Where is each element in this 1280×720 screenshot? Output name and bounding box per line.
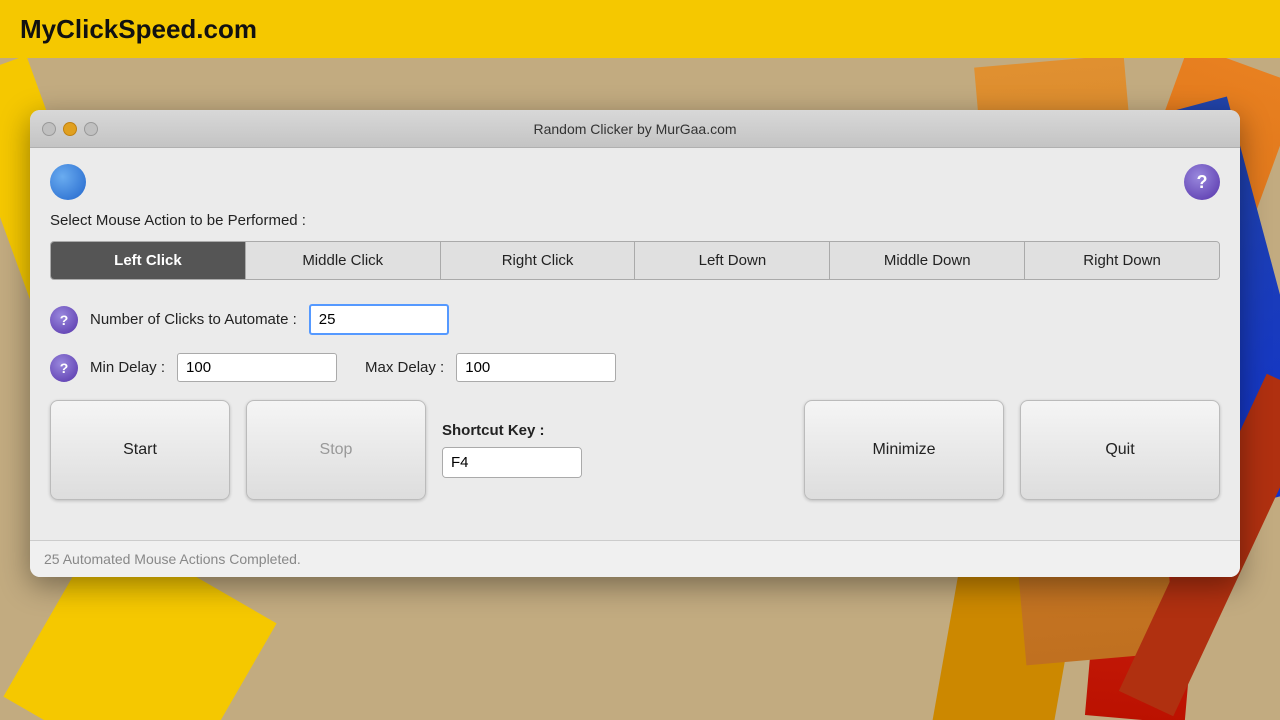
tab-left-click[interactable]: Left Click — [51, 242, 246, 279]
close-button[interactable] — [42, 122, 56, 136]
tab-right-down[interactable]: Right Down — [1025, 242, 1219, 279]
window-content: ? Select Mouse Action to be Performed : … — [30, 148, 1240, 540]
traffic-lights — [42, 122, 98, 136]
title-bar: Random Clicker by MurGaa.com — [30, 110, 1240, 148]
window-maximize-button[interactable] — [84, 122, 98, 136]
window-title: Random Clicker by MurGaa.com — [533, 121, 736, 137]
window-minimize-button[interactable] — [63, 122, 77, 136]
min-delay-input[interactable] — [177, 353, 337, 382]
site-title: MyClickSpeed.com — [20, 14, 257, 45]
delay-row: ? Min Delay : Max Delay : — [50, 353, 1220, 382]
tab-middle-down[interactable]: Middle Down — [830, 242, 1025, 279]
shortcut-input[interactable] — [443, 448, 582, 477]
status-message: 25 Automated Mouse Actions Completed. — [44, 551, 301, 567]
status-bar: 25 Automated Mouse Actions Completed. — [30, 540, 1240, 577]
clicks-label: Number of Clicks to Automate : — [90, 311, 297, 328]
max-delay-label: Max Delay : — [365, 359, 444, 376]
action-tabs: Left Click Middle Click Right Click Left… — [50, 241, 1220, 280]
minimize-button[interactable]: Minimize — [804, 400, 1004, 500]
top-row: ? — [50, 164, 1220, 200]
clicks-input[interactable] — [309, 304, 449, 335]
section-label: Select Mouse Action to be Performed : — [50, 212, 1220, 229]
max-delay-input[interactable] — [456, 353, 616, 382]
tab-left-down[interactable]: Left Down — [635, 242, 830, 279]
min-delay-label: Min Delay : — [90, 359, 165, 376]
delay-help-icon[interactable]: ? — [50, 354, 78, 382]
quit-button[interactable]: Quit — [1020, 400, 1220, 500]
top-bar: MyClickSpeed.com — [0, 0, 1280, 58]
shortcut-label: Shortcut Key : — [442, 422, 545, 439]
clicks-row: ? Number of Clicks to Automate : — [50, 304, 1220, 335]
main-window: Random Clicker by MurGaa.com ? Select Mo… — [30, 110, 1240, 577]
buttons-row: Start Stop Shortcut Key : ▲ ▼ Minimize Q… — [50, 400, 1220, 500]
shortcut-select-wrapper: ▲ ▼ — [442, 447, 582, 478]
start-button[interactable]: Start — [50, 400, 230, 500]
tab-middle-click[interactable]: Middle Click — [246, 242, 441, 279]
clicks-help-icon[interactable]: ? — [50, 306, 78, 334]
help-button[interactable]: ? — [1184, 164, 1220, 200]
tab-right-click[interactable]: Right Click — [441, 242, 636, 279]
shortcut-block: Shortcut Key : ▲ ▼ — [442, 422, 582, 478]
status-indicator — [50, 164, 86, 200]
stop-button[interactable]: Stop — [246, 400, 426, 500]
